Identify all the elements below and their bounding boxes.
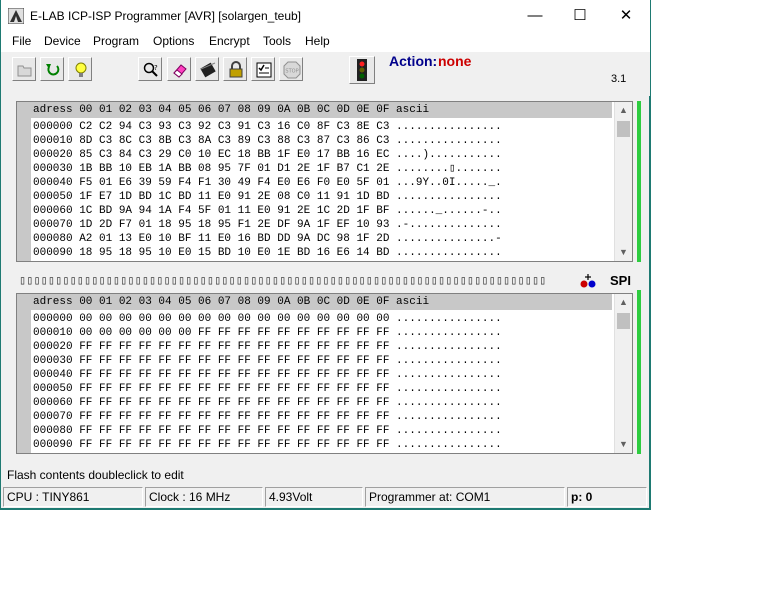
eeprom-row[interactable]: 000080 FF FF FF FF FF FF FF FF FF FF FF … [33, 424, 502, 438]
action-label: Action: [389, 53, 438, 69]
reload-icon [46, 64, 60, 76]
action-value: none [438, 53, 472, 69]
interface-label: SPI [610, 273, 631, 288]
stop-button[interactable]: STOP [279, 57, 303, 81]
flash-row[interactable]: 000070 1D 2D F7 01 18 95 18 95 F1 2E DF … [33, 218, 502, 232]
flash-green-indicator [637, 101, 641, 262]
spi-icon [580, 274, 596, 288]
menu-bar: File Device Program Options Encrypt Tool… [1, 32, 650, 52]
flash-row[interactable]: 000010 8D C3 8C C3 8B C3 8A C3 89 C3 88 … [33, 134, 502, 148]
close-button[interactable]: ✕ [603, 0, 649, 32]
checklist-button[interactable] [251, 57, 275, 81]
flash-scrollbar[interactable]: ▲ ▼ [614, 102, 632, 261]
menu-file[interactable]: File [12, 33, 31, 49]
stop-icon: STOP [283, 61, 301, 79]
flash-row[interactable]: 000000 C2 C2 94 C3 93 C3 92 C3 91 C3 16 … [33, 120, 502, 134]
hint-text: Flash contents doubleclick to edit [7, 468, 184, 482]
eeprom-row[interactable]: 000090 FF FF FF FF FF FF FF FF FF FF FF … [33, 438, 502, 452]
cell-strip: ▯▯▯▯▯▯▯▯▯▯▯▯▯▯▯▯▯▯▯▯▯▯▯▯▯▯▯▯▯▯▯▯▯▯▯▯▯▯▯▯… [19, 274, 545, 288]
flash-row[interactable]: 000030 1B BB 10 EB 1A BB 08 95 7F 01 D1 … [33, 162, 502, 176]
flash-row[interactable]: 000050 1F E7 1D BD 1C BD 11 E0 91 2E 08 … [33, 190, 502, 204]
lightbulb-icon [75, 62, 87, 77]
flash-row[interactable]: 000090 18 95 18 95 10 E0 15 BD 10 E0 1E … [33, 246, 502, 260]
traffic-light-button[interactable] [349, 56, 375, 84]
status-bar: CPU : TINY861 Clock : 16 MHz 4.93Volt Pr… [3, 487, 648, 507]
search-icon: ? [143, 62, 158, 77]
flash-hex-view[interactable]: adress 00 01 02 03 04 05 06 07 08 09 0A … [16, 101, 633, 262]
eeprom-green-indicator [637, 290, 641, 454]
eeprom-scrollbar[interactable]: ▲ ▼ [614, 294, 632, 453]
lightbulb-button[interactable] [68, 57, 92, 81]
flash-row[interactable]: 000040 F5 01 E6 39 59 F4 F1 30 49 F4 E0 … [33, 176, 502, 190]
maximize-button[interactable]: ☐ [557, 0, 603, 32]
status-cpu: CPU : TINY861 [3, 487, 143, 507]
eraser-icon [173, 64, 187, 78]
flash-row[interactable]: 000080 A2 01 13 E0 10 BF 11 E0 16 BD DD … [33, 232, 502, 246]
eeprom-row[interactable]: 000010 00 00 00 00 00 00 FF FF FF FF FF … [33, 326, 502, 340]
svg-text:?: ? [154, 64, 158, 72]
lock-icon [229, 61, 243, 78]
scroll-down-icon[interactable]: ▼ [615, 244, 632, 261]
reload-button[interactable] [40, 57, 64, 81]
minimize-button[interactable]: — [512, 0, 558, 32]
title-bar[interactable]: E-LAB ICP-ISP Programmer [AVR] [solargen… [1, 0, 650, 32]
traffic-light-icon [357, 59, 367, 81]
flash-scroll-thumb[interactable] [617, 121, 630, 137]
eeprom-header: adress 00 01 02 03 04 05 06 07 08 09 0A … [31, 294, 612, 310]
eeprom-row[interactable]: 000040 FF FF FF FF FF FF FF FF FF FF FF … [33, 368, 502, 382]
version-label: 3.1 [611, 73, 627, 85]
eeprom-scroll-thumb[interactable] [617, 313, 630, 329]
lock-button[interactable] [223, 57, 247, 81]
app-logo-icon [8, 8, 24, 24]
menu-help[interactable]: Help [305, 33, 330, 49]
scroll-up-icon[interactable]: ▲ [615, 294, 632, 311]
open-button[interactable] [12, 57, 36, 81]
flash-row[interactable]: 000020 85 C3 84 C3 29 C0 10 EC 18 BB 1F … [33, 148, 502, 162]
search-button[interactable]: ? [138, 57, 162, 81]
eeprom-gutter [17, 294, 31, 453]
eraser-button[interactable] [167, 57, 191, 81]
stop-label: STOP [285, 69, 298, 75]
flash-gutter [17, 102, 31, 261]
status-page: p: 0 [567, 487, 647, 507]
eeprom-row[interactable]: 000050 FF FF FF FF FF FF FF FF FF FF FF … [33, 382, 502, 396]
chip-icon [200, 62, 216, 78]
status-programmer: Programmer at: COM1 [365, 487, 565, 507]
window-title: E-LAB ICP-ISP Programmer [AVR] [solargen… [30, 9, 302, 23]
eeprom-row[interactable]: 000030 FF FF FF FF FF FF FF FF FF FF FF … [33, 354, 502, 368]
flash-header: adress 00 01 02 03 04 05 06 07 08 09 0A … [31, 102, 612, 118]
open-icon [17, 65, 32, 77]
scroll-up-icon[interactable]: ▲ [615, 102, 632, 119]
status-voltage: 4.93Volt [265, 487, 363, 507]
menu-program[interactable]: Program [93, 33, 139, 49]
menu-device[interactable]: Device [44, 33, 81, 49]
eeprom-row[interactable]: 000060 FF FF FF FF FF FF FF FF FF FF FF … [33, 396, 502, 410]
chip-button[interactable] [195, 57, 219, 81]
eeprom-row[interactable]: 000000 00 00 00 00 00 00 00 00 00 00 00 … [33, 312, 502, 326]
checklist-icon [256, 62, 272, 78]
menu-tools[interactable]: Tools [263, 33, 291, 49]
toolbar: ? STOP Action: none 3.1 [1, 52, 650, 96]
flash-row[interactable]: 000060 1C BD 9A 94 1A F4 5F 01 11 E0 91 … [33, 204, 502, 218]
scroll-down-icon[interactable]: ▼ [615, 436, 632, 453]
app-window: E-LAB ICP-ISP Programmer [AVR] [solargen… [0, 0, 651, 510]
eeprom-row[interactable]: 000020 FF FF FF FF FF FF FF FF FF FF FF … [33, 340, 502, 354]
status-clock: Clock : 16 MHz [145, 487, 263, 507]
eeprom-row[interactable]: 000070 FF FF FF FF FF FF FF FF FF FF FF … [33, 410, 502, 424]
eeprom-hex-view[interactable]: adress 00 01 02 03 04 05 06 07 08 09 0A … [16, 293, 633, 454]
menu-encrypt[interactable]: Encrypt [209, 33, 250, 49]
menu-options[interactable]: Options [153, 33, 194, 49]
